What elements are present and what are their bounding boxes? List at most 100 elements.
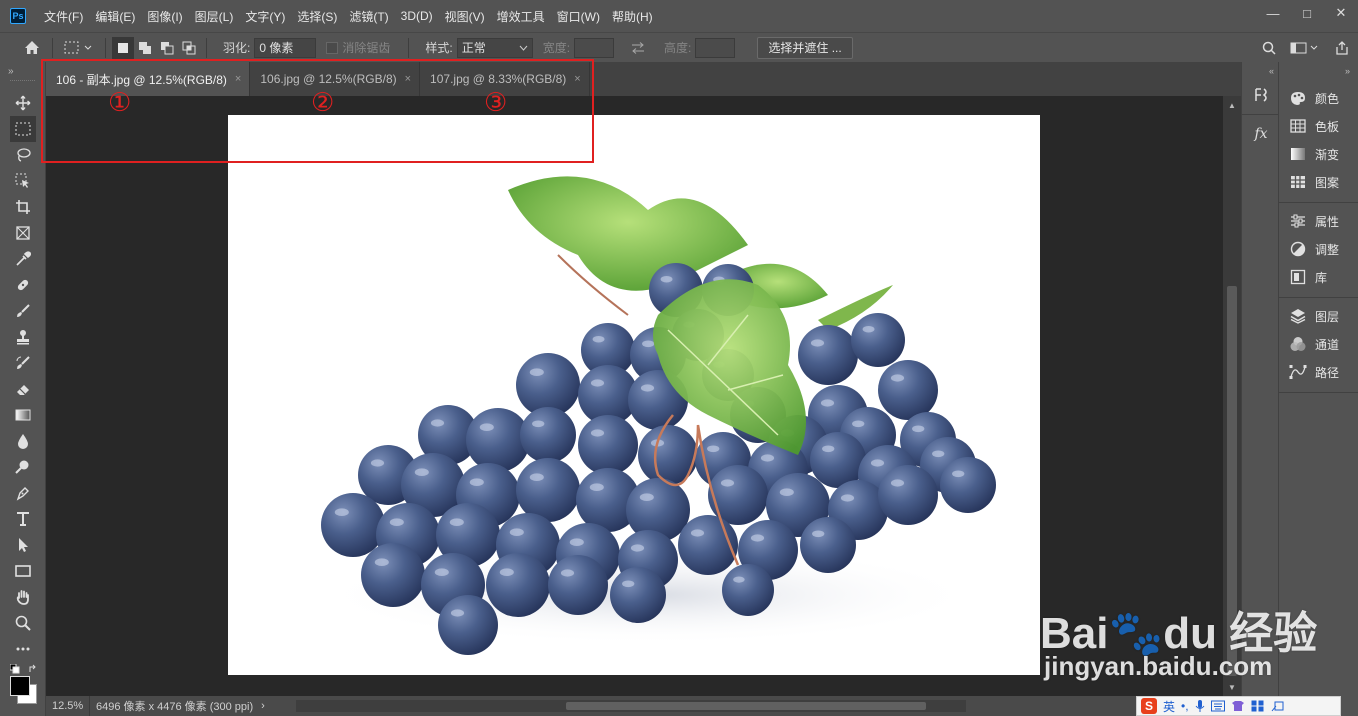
status-menu-arrow[interactable]: ›	[261, 700, 265, 712]
history-brush-tool-icon[interactable]	[10, 350, 36, 376]
add-selection-icon[interactable]	[134, 37, 156, 59]
gradient-tool-icon[interactable]	[10, 402, 36, 428]
workspace-icon[interactable]	[1290, 41, 1320, 55]
grape-highlight	[840, 494, 855, 502]
height-input[interactable]	[695, 37, 736, 58]
horizontal-scroll-thumb[interactable]	[566, 702, 926, 710]
subtract-selection-icon[interactable]	[156, 37, 178, 59]
intersect-selection-icon[interactable]	[178, 37, 200, 59]
marquee-preset-icon[interactable]	[59, 36, 99, 60]
menu-select[interactable]: 选择(S)	[291, 8, 343, 25]
menu-file[interactable]: 文件(F)	[38, 8, 89, 25]
panel-label: 色板	[1315, 119, 1340, 134]
brush-tool-icon[interactable]	[10, 298, 36, 324]
menu-layer[interactable]: 图层(L)	[189, 8, 240, 25]
grape-berry	[851, 313, 905, 367]
menu-filter[interactable]: 滤镜(T)	[343, 8, 394, 25]
zoom-tool-icon[interactable]	[10, 610, 36, 636]
share-icon[interactable]	[1334, 40, 1350, 56]
menu-help[interactable]: 帮助(H)	[606, 8, 659, 25]
blur-tool-icon[interactable]	[10, 428, 36, 454]
path-selection-tool-icon[interactable]	[10, 532, 36, 558]
tools-panel: »	[0, 62, 46, 716]
collapse-right-panel-icon[interactable]: »	[1279, 62, 1358, 80]
new-selection-icon[interactable]	[112, 36, 134, 59]
menu-window[interactable]: 窗口(W)	[551, 8, 606, 25]
menu-view[interactable]: 视图(V)	[439, 8, 491, 25]
skin-icon[interactable]	[1231, 700, 1245, 712]
default-colors-icon[interactable]	[10, 664, 20, 674]
panel-patterns[interactable]: 图案	[1279, 168, 1358, 196]
clone-stamp-tool-icon[interactable]	[10, 324, 36, 350]
more-tools-icon[interactable]	[10, 636, 36, 662]
panel-swatches[interactable]: 色板	[1279, 112, 1358, 140]
marquee-tool-icon[interactable]	[9, 116, 36, 142]
eyedropper-tool-icon[interactable]	[10, 246, 36, 272]
grape-highlight	[779, 488, 794, 497]
horizontal-scrollbar[interactable]	[296, 700, 966, 712]
crop-tool-icon[interactable]	[10, 194, 36, 220]
grape-highlight	[890, 374, 905, 382]
divider	[206, 37, 207, 58]
toolbox-icon[interactable]	[1251, 700, 1265, 712]
home-icon[interactable]	[18, 36, 46, 60]
zoom-level[interactable]: 12.5%	[46, 696, 90, 716]
select-and-mask-button[interactable]: 选择并遮住 ...	[757, 36, 853, 59]
expand-panels-icon[interactable]: «	[1242, 62, 1278, 80]
swap-icon[interactable]	[624, 36, 652, 60]
microphone-icon[interactable]	[1195, 699, 1205, 713]
panel-channels[interactable]: 通道	[1279, 330, 1358, 358]
hand-tool-icon[interactable]	[10, 584, 36, 610]
keyboard-icon[interactable]	[1210, 700, 1225, 712]
swap-colors-icon[interactable]	[28, 664, 38, 674]
frame-tool-icon[interactable]	[10, 220, 36, 246]
minimize-button[interactable]: —	[1256, 0, 1290, 26]
menu-image[interactable]: 图像(I)	[141, 8, 188, 25]
close-button[interactable]: ✕	[1324, 0, 1358, 26]
collapse-tools-icon[interactable]: »	[0, 62, 45, 80]
foreground-color-swatch[interactable]	[10, 676, 30, 696]
panel-gradients[interactable]: 渐变	[1279, 140, 1358, 168]
object-selection-tool-icon[interactable]	[10, 168, 36, 194]
search-icon[interactable]	[1262, 41, 1276, 55]
style-label: 样式:	[425, 41, 453, 55]
healing-brush-tool-icon[interactable]	[10, 272, 36, 298]
sogou-logo-icon[interactable]: S	[1141, 698, 1157, 714]
document-canvas[interactable]	[228, 115, 1040, 675]
grape-berry	[548, 555, 608, 615]
style-select[interactable]: 正常	[456, 37, 533, 58]
baidu-watermark: Bai🐾du 经验 jingyan.baidu.com	[1040, 575, 1317, 685]
width-input[interactable]	[574, 37, 615, 58]
panel-color[interactable]: 颜色	[1279, 84, 1358, 112]
scroll-up-icon[interactable]: ▲	[1223, 98, 1241, 112]
ime-settings-icon[interactable]	[1271, 700, 1285, 712]
tools-grip[interactable]	[10, 80, 35, 90]
rectangle-tool-icon[interactable]	[10, 558, 36, 584]
menu-type[interactable]: 文字(Y)	[239, 8, 291, 25]
lasso-tool-icon[interactable]	[10, 142, 36, 168]
antialias-checkbox[interactable]	[326, 41, 339, 54]
panel-properties[interactable]: 属性	[1279, 207, 1358, 235]
panel-layers[interactable]: 图层	[1279, 302, 1358, 330]
panel-paths[interactable]: 路径	[1279, 358, 1358, 386]
history-panel-icon[interactable]	[1242, 80, 1280, 110]
type-tool-icon[interactable]	[10, 506, 36, 532]
restore-button[interactable]: □	[1290, 0, 1324, 26]
ime-mode[interactable]: 英	[1163, 698, 1175, 715]
feather-input[interactable]: 0 像素	[254, 37, 317, 58]
move-tool-icon[interactable]	[10, 90, 36, 116]
menu-3d[interactable]: 3D(D)	[395, 9, 439, 23]
menu-edit[interactable]: 编辑(E)	[89, 8, 141, 25]
feather-label: 羽化:	[223, 41, 251, 55]
color-panel-group: 颜色 色板 渐变 图案	[1279, 80, 1358, 203]
grape-highlight	[820, 399, 835, 407]
ime-punctuation[interactable]: •,	[1181, 699, 1189, 713]
panel-adjustments[interactable]: 调整	[1279, 235, 1358, 263]
eraser-tool-icon[interactable]	[10, 376, 36, 402]
pen-tool-icon[interactable]	[10, 480, 36, 506]
height-label: 高度:	[664, 41, 692, 55]
menu-plugins[interactable]: 增效工具	[491, 8, 551, 25]
dodge-tool-icon[interactable]	[10, 454, 36, 480]
panel-libraries[interactable]: 库	[1279, 263, 1358, 291]
styles-fx-icon[interactable]: fx	[1242, 119, 1280, 149]
